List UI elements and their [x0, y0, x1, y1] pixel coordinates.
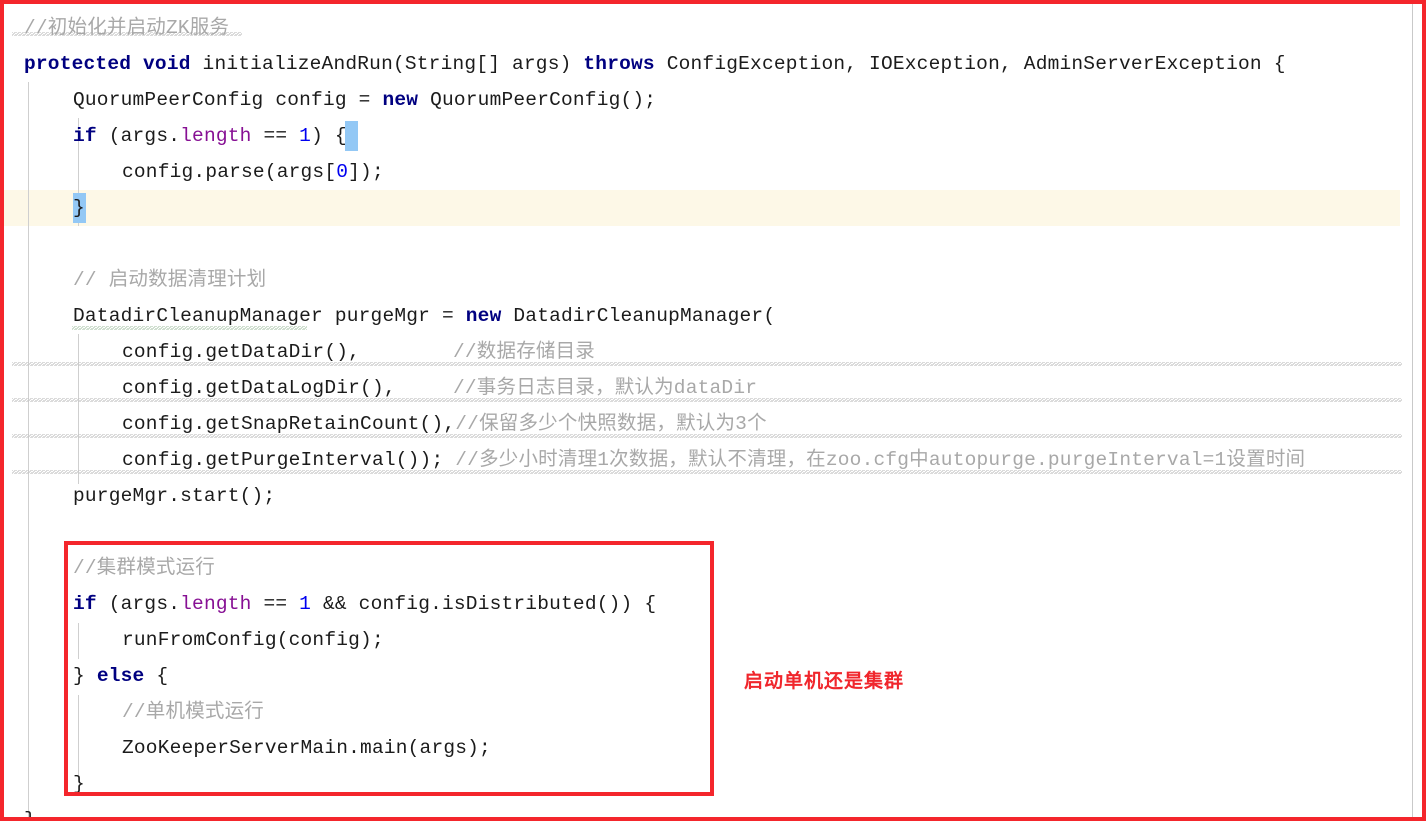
if-cond-tail-2: && config.isDistributed()) {: [311, 593, 657, 615]
number-one-2: 1: [299, 593, 312, 615]
config-parse-tail: ]);: [348, 161, 384, 183]
if-cond-head-2: (args.: [96, 593, 181, 615]
code-line-14[interactable]: purgeMgr.start();: [73, 478, 1422, 514]
keyword-if-1: if: [73, 125, 97, 147]
keyword-if-2: if: [73, 593, 97, 615]
decl-config-tail: QuorumPeerConfig();: [418, 89, 657, 111]
keyword-else: else: [96, 665, 145, 687]
indent-guide-level-2-d: [78, 695, 79, 775]
method-signature-head: initializeAndRun(String[] args): [190, 53, 584, 75]
annotation-label-startup-mode: 启动单机还是集群: [744, 670, 905, 692]
brace-close-method: }: [24, 809, 36, 817]
brace-close-inner: }: [73, 773, 85, 795]
code-line-1[interactable]: //初始化并启动ZK服务: [24, 10, 1422, 46]
field-length-1: length: [180, 125, 252, 147]
code-line-20[interactable]: //单机模式运行: [122, 694, 1422, 730]
code-line-13[interactable]: config.getPurgeInterval()); //多少小时清理1次数据…: [122, 442, 1422, 478]
comment-snap-retain-count: //保留多少个快照数据，默认为3个: [455, 413, 767, 435]
code-line-3[interactable]: QuorumPeerConfig config = new QuorumPeer…: [73, 82, 1422, 118]
number-zero: 0: [336, 161, 349, 183]
code-line-2[interactable]: protected void initializeAndRun(String[]…: [24, 46, 1422, 82]
method-signature-tail: ConfigException, IOException, AdminServe…: [654, 53, 1286, 75]
code-line-9[interactable]: DatadirCleanupManager purgeMgr = new Dat…: [73, 298, 1422, 334]
code-line-16[interactable]: //集群模式运行: [73, 550, 1422, 586]
code-line-23[interactable]: }: [24, 802, 1422, 817]
annotated-code-screenshot: //初始化并启动ZK服务 protected void initializeAn…: [0, 0, 1426, 821]
code-line-11-comment[interactable]: //事务日志目录，默认为dataDir: [453, 370, 1422, 406]
arg-get-data-dir: config.getDataDir(),: [122, 341, 361, 363]
keyword-void: void: [143, 53, 191, 75]
code-editor-surface[interactable]: //初始化并启动ZK服务 protected void initializeAn…: [4, 4, 1422, 817]
config-parse-head: config.parse(args[: [122, 161, 337, 183]
arg-get-data-log-dir: config.getDataLogDir(),: [122, 377, 396, 399]
indent-guide-level-2-b: [78, 334, 79, 484]
call-run-from-config: runFromConfig(config);: [122, 629, 384, 651]
code-line-10-comment[interactable]: //数据存储目录: [453, 334, 1422, 370]
code-line-4[interactable]: if (args.length == 1) {: [73, 118, 1422, 154]
keyword-new-1: new: [382, 89, 419, 111]
comment-data-log-dir: //事务日志目录，默认为dataDir: [453, 377, 758, 399]
code-line-12[interactable]: config.getSnapRetainCount(),//保留多少个快照数据，…: [122, 406, 1422, 442]
code-line-17[interactable]: if (args.length == 1 && config.isDistrib…: [73, 586, 1422, 622]
comment-cluster-mode: //集群模式运行: [73, 557, 216, 579]
code-line-22[interactable]: }: [73, 766, 1422, 802]
code-line-8[interactable]: // 启动数据清理计划: [73, 262, 1422, 298]
code-line-21[interactable]: ZooKeeperServerMain.main(args);: [122, 730, 1422, 766]
keyword-new-2: new: [465, 305, 502, 327]
keyword-protected: protected: [24, 53, 132, 75]
comment-purge-plan: // 启动数据清理计划: [73, 269, 267, 291]
field-length-2: length: [180, 593, 252, 615]
code-line-18[interactable]: runFromConfig(config);: [122, 622, 1422, 658]
comment-purge-interval: //多少小时清理1次数据，默认不清理，在zoo.cfg中autopurge.pu…: [455, 449, 1306, 471]
indent-guide-level-2-c: [78, 623, 79, 659]
arg-get-purge-interval: config.getPurgeInterval());: [122, 449, 444, 471]
comment-data-dir: //数据存储目录: [453, 341, 596, 363]
arg-get-snap-retain-count: config.getSnapRetainCount(),: [122, 413, 456, 435]
purge-mgr-start: purgeMgr.start();: [73, 485, 276, 507]
brace-close-2: }: [73, 665, 97, 687]
if-cond-head-1: (args.: [96, 125, 181, 147]
indent-guide-level-1: [28, 82, 29, 817]
keyword-throws: throws: [583, 53, 655, 75]
brace-open-else: {: [144, 665, 169, 687]
comment-init-zk: //初始化并启动ZK服务: [24, 17, 230, 39]
purge-decl-tail: DatadirCleanupManager(: [501, 305, 776, 327]
decl-config-head: QuorumPeerConfig config =: [73, 89, 383, 111]
comment-standalone-mode: //单机模式运行: [122, 701, 265, 723]
code-line-6[interactable]: }: [73, 190, 1422, 226]
brace-close-1: }: [73, 197, 85, 219]
code-line-5[interactable]: config.parse(args[0]);: [122, 154, 1422, 190]
purge-decl-head: DatadirCleanupManager purgeMgr =: [73, 305, 466, 327]
number-one-1: 1: [299, 125, 312, 147]
call-zookeeper-server-main: ZooKeeperServerMain.main(args);: [122, 737, 491, 759]
brace-open-1: {: [334, 125, 347, 147]
